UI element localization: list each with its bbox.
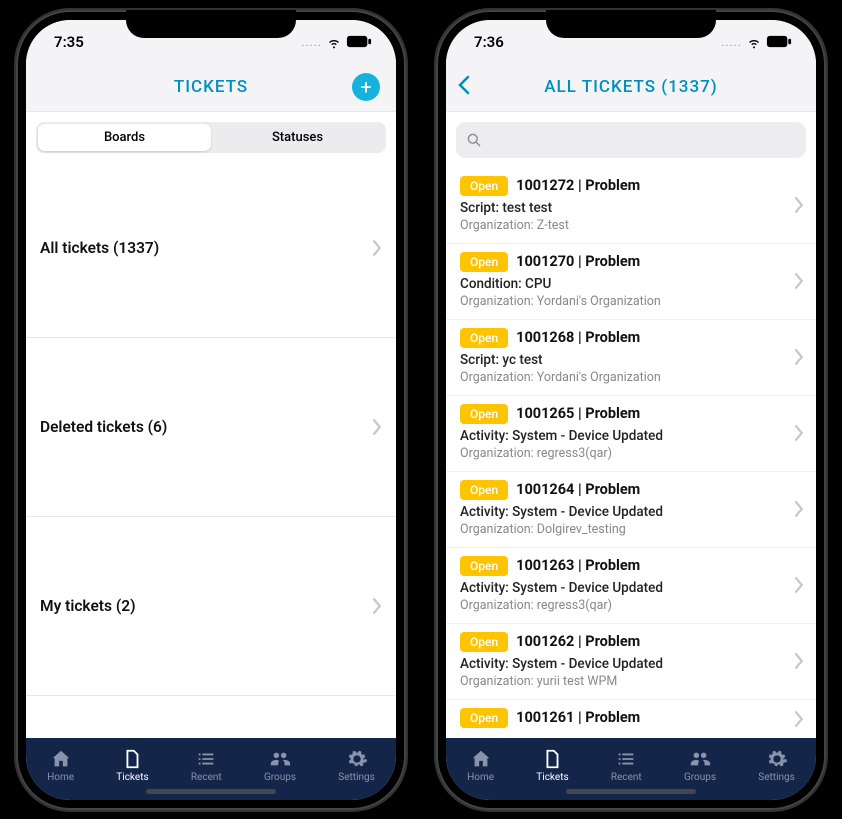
tab-home[interactable]: Home [467,748,494,783]
status-badge: Open [460,708,508,728]
boards-list: All tickets (1337) Deleted tickets (6) My … [26,159,396,738]
ticket-subject: Activity: System - Device Updated [460,580,802,596]
ticket-id: 1001270 | Problem [516,253,640,270]
page-title: ALL TICKETS (1337) [544,77,717,97]
ticket-id: 1001261 | Problem [516,709,640,726]
ticket-row[interactable]: Open 1001264 | Problem Activity: System - … [446,472,816,548]
chevron-right-icon [373,352,382,502]
ticket-subject: Activity: System - Device Updated [460,504,802,520]
search-input[interactable] [456,122,806,158]
cellular-icon: ..... [301,35,322,49]
ticket-org: Organization: Yordani's Organization [460,294,802,309]
segmented-control: Boards Statuses [36,122,386,153]
status-badge: Open [460,252,508,272]
ticket-subject: Activity: System - Device Updated [460,656,802,672]
board-label: All tickets (1337) [40,239,159,257]
phone-left: 7:35 ..... TICKETS + Boards Statuses All… [16,10,406,810]
board-row[interactable]: Deleted tickets (6) [26,338,396,517]
clock: 7:36 [474,33,504,51]
chevron-right-icon [373,531,382,681]
chevron-right-icon [373,173,382,323]
tab-recent[interactable]: Recent [191,748,222,783]
tab-home[interactable]: Home [47,748,74,783]
page-title: TICKETS [174,77,248,97]
ticket-id: 1001263 | Problem [516,557,640,574]
wifi-icon [326,34,342,50]
clock: 7:35 [54,33,84,51]
status-badge: Open [460,328,508,348]
cellular-icon: ..... [721,35,742,49]
ticket-id: 1001265 | Problem [516,405,640,422]
home-indicator[interactable] [146,789,276,794]
tickets-list: Open 1001272 | Problem Script: test test Or… [446,168,816,738]
board-row[interactable]: All tickets (1337) [26,159,396,338]
tab-settings[interactable]: Settings [758,748,795,783]
ticket-org: Organization: Dolgirev_testing [460,522,802,537]
tab-groups[interactable]: Groups [264,748,296,783]
ticket-subject: Script: test test [460,200,802,216]
tab-tickets[interactable]: Tickets [116,748,148,783]
phone-right: 7:36 ..... ALL TICKETS (1337) Open 100127… [436,10,826,810]
title-bar: ALL TICKETS (1337) [446,64,816,112]
status-badge: Open [460,404,508,424]
ticket-row[interactable]: Open 1001272 | Problem Script: test test Or… [446,168,816,244]
ticket-org: Organization: regress3(qar) [460,446,802,461]
board-label: My tickets (2) [40,597,136,615]
battery-icon [766,35,792,48]
notch [546,10,716,38]
ticket-row[interactable]: Open 1001270 | Problem Condition: CPU Organ… [446,244,816,320]
chevron-right-icon [795,644,804,738]
tab-settings[interactable]: Settings [338,748,375,783]
ticket-row[interactable]: Open 1001262 | Problem Activity: System - … [446,624,816,700]
ticket-org: Organization: Z-test [460,218,802,233]
ticket-subject: Activity: System - Device Updated [460,428,802,444]
ticket-subject: Script: yc test [460,352,802,368]
status-badge: Open [460,556,508,576]
title-bar: TICKETS + [26,64,396,112]
tab-groups[interactable]: Groups [684,748,716,783]
ticket-org: Organization: yurii test WPM [460,674,802,689]
ticket-id: 1001262 | Problem [516,633,640,650]
ticket-row[interactable]: Open 1001268 | Problem Script: yc test Orga… [446,320,816,396]
ticket-id: 1001264 | Problem [516,481,640,498]
status-badge: Open [460,632,508,652]
home-indicator[interactable] [566,789,696,794]
tab-boards[interactable]: Boards [38,124,211,151]
status-badge: Open [460,480,508,500]
search-icon [466,132,482,148]
tab-recent[interactable]: Recent [611,748,642,783]
ticket-row[interactable]: Open 1001263 | Problem Activity: System - … [446,548,816,624]
ticket-row[interactable]: Open 1001265 | Problem Activity: System - … [446,396,816,472]
ticket-subject: Condition: CPU [460,276,802,292]
ticket-id: 1001272 | Problem [516,177,640,194]
add-button[interactable]: + [352,73,380,101]
board-row[interactable]: Open tickets (695) [26,696,396,738]
ticket-org: Organization: regress3(qar) [460,598,802,613]
board-label: Deleted tickets (6) [40,418,167,436]
wifi-icon [746,34,762,50]
ticket-org: Organization: Yordani's Organization [460,370,802,385]
back-button[interactable] [458,75,470,99]
tab-tickets[interactable]: Tickets [536,748,568,783]
chevron-right-icon [373,710,382,738]
tab-statuses[interactable]: Statuses [211,124,384,151]
battery-icon [346,35,372,48]
status-badge: Open [460,176,508,196]
ticket-id: 1001268 | Problem [516,329,640,346]
ticket-row[interactable]: Open 1001261 | Problem [446,700,816,738]
board-row[interactable]: My tickets (2) [26,517,396,696]
notch [126,10,296,38]
